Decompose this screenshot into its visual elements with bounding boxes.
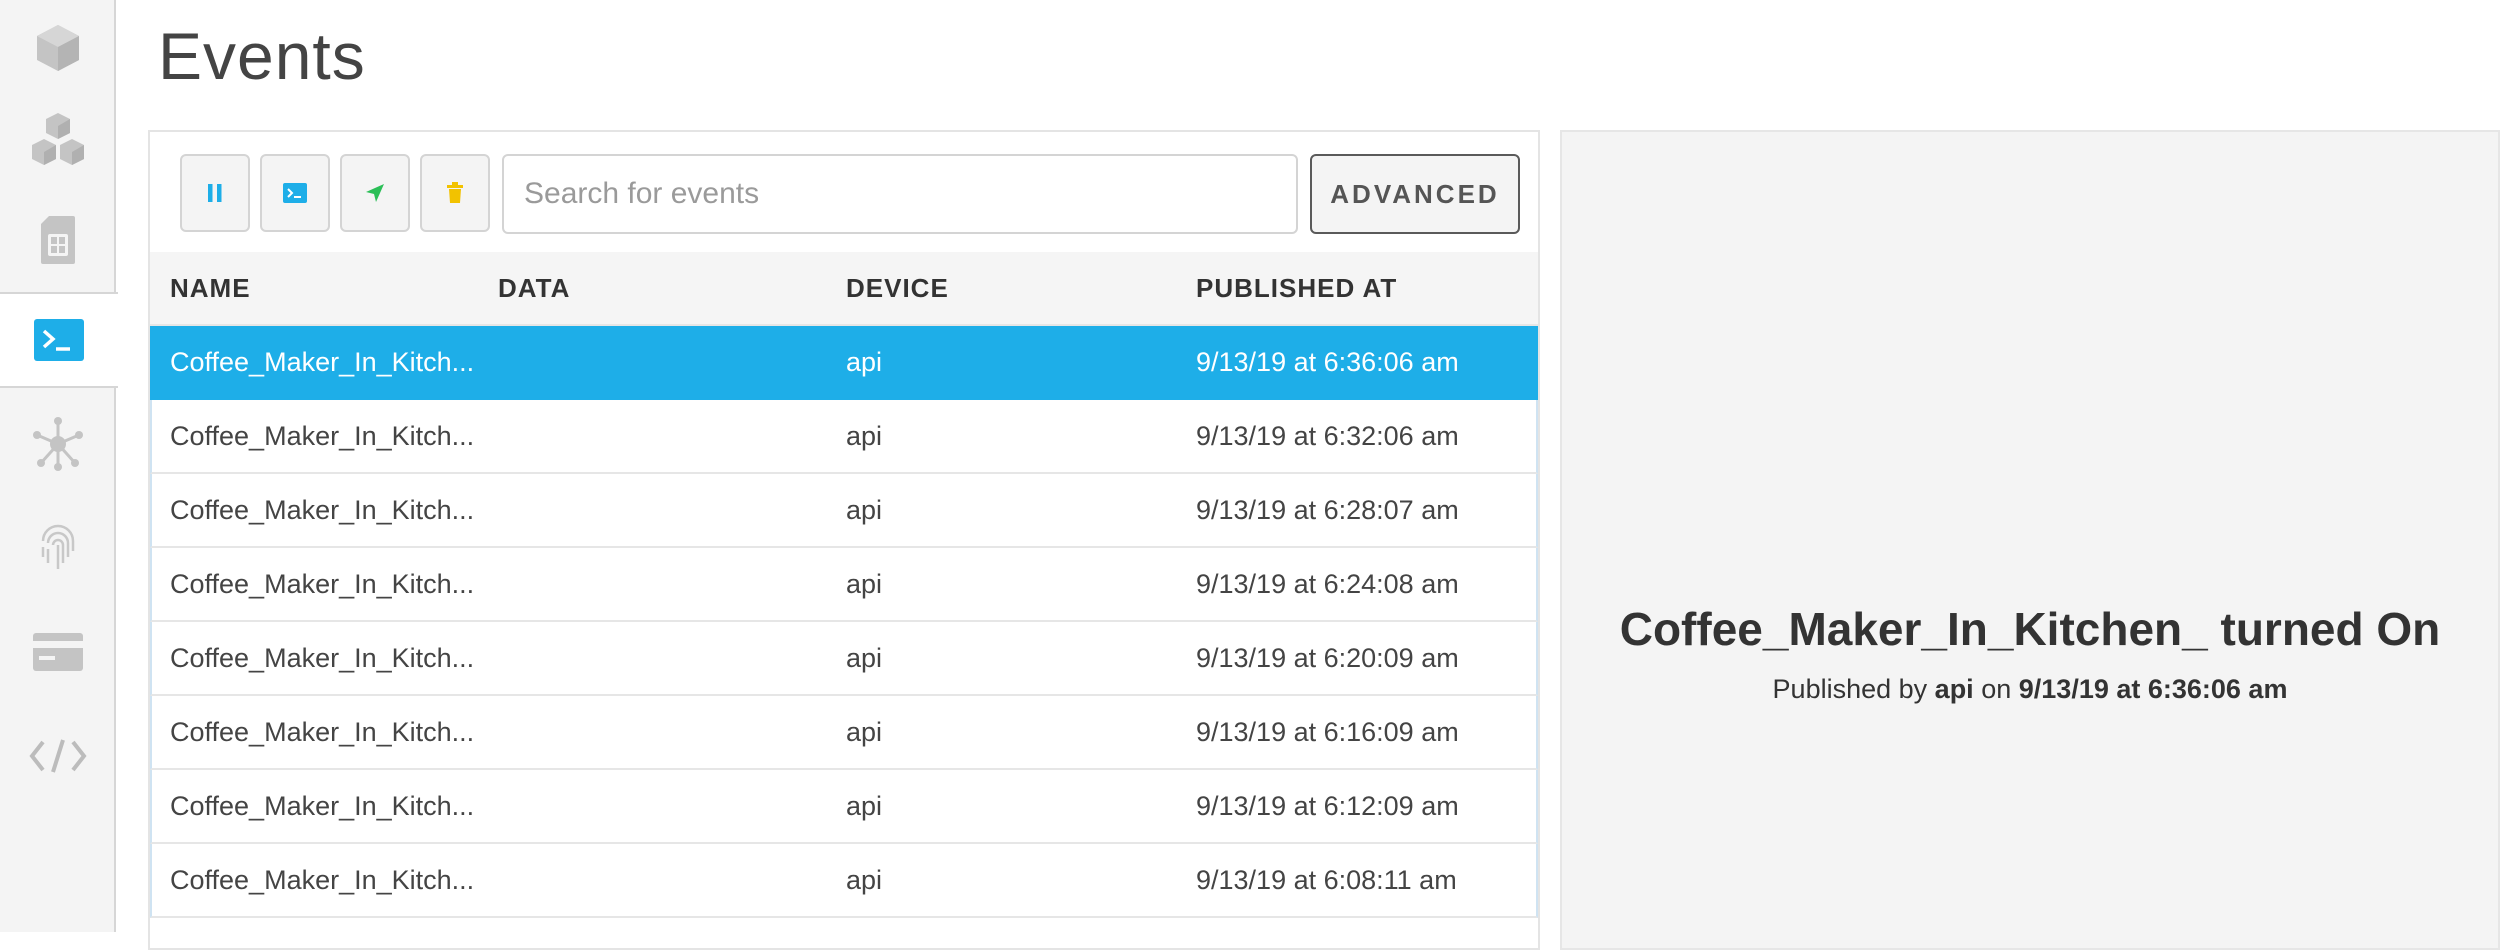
table-row[interactable]: Coffee_Maker_In_Kitch... api 9/13/19 at … (150, 622, 1538, 696)
event-name: Coffee_Maker_In_Kitch... (170, 495, 475, 525)
event-device: api (846, 569, 883, 599)
table-row[interactable]: Coffee_Maker_In_Kitch... api 9/13/19 at … (150, 844, 1538, 918)
event-device: api (846, 495, 883, 525)
billing-icon (33, 633, 83, 671)
publish-event-button[interactable] (340, 154, 410, 232)
column-header-data[interactable]: DATA (498, 252, 570, 324)
sidebar-item-integrations[interactable] (0, 396, 116, 492)
code-icon (29, 739, 87, 773)
event-detail-panel: Coffee_Maker_In_Kitchen_ turned On Publi… (1560, 130, 2500, 950)
column-header-name[interactable]: NAME (170, 252, 251, 324)
events-panel: ADVANCED NAME DATA DEVICE PUBLISHED AT C… (148, 130, 1540, 950)
sidebar (0, 0, 118, 932)
console-view-button[interactable] (260, 154, 330, 232)
table-row[interactable]: Coffee_Maker_In_Kitch... api 9/13/19 at … (150, 548, 1538, 622)
event-data (498, 696, 818, 768)
page-title: Events (158, 19, 366, 93)
event-device: api (846, 791, 883, 821)
clear-events-button[interactable] (420, 154, 490, 232)
table-row[interactable]: Coffee_Maker_In_Kitch... api 9/13/19 at … (150, 770, 1538, 844)
event-data (498, 622, 818, 694)
event-published-at: 9/13/19 at 6:20:09 am (1196, 643, 1459, 673)
event-published-at: 9/13/19 at 6:36:06 am (1196, 347, 1459, 377)
sidebar-item-sim-cards[interactable] (0, 192, 116, 288)
pause-button[interactable] (180, 154, 250, 232)
event-data (498, 548, 818, 620)
event-data (498, 326, 818, 398)
table-row[interactable]: Coffee_Maker_In_Kitch... api 9/13/19 at … (150, 696, 1538, 770)
event-name: Coffee_Maker_In_Kitch... (170, 865, 475, 895)
event-name: Coffee_Maker_In_Kitch... (170, 347, 475, 377)
event-published-at: 9/13/19 at 6:24:08 am (1196, 569, 1459, 599)
event-device: api (846, 643, 883, 673)
event-name: Coffee_Maker_In_Kitch... (170, 421, 475, 451)
event-published-at: 9/13/19 at 6:16:09 am (1196, 717, 1459, 747)
column-header-device[interactable]: DEVICE (846, 252, 949, 324)
column-header-published-at[interactable]: PUBLISHED AT (1196, 252, 1397, 324)
event-name: Coffee_Maker_In_Kitch... (170, 717, 475, 747)
table-row[interactable]: Coffee_Maker_In_Kitch... api 9/13/19 at … (150, 326, 1538, 400)
advanced-button[interactable]: ADVANCED (1310, 154, 1520, 234)
event-detail-meta: Published by api on 9/13/19 at 6:36:06 a… (1562, 674, 2498, 705)
sidebar-item-console[interactable] (0, 292, 118, 388)
events-toolbar: ADVANCED (150, 132, 1538, 252)
event-published-at: 9/13/19 at 6:32:06 am (1196, 421, 1459, 451)
table-row[interactable]: Coffee_Maker_In_Kitch... api 9/13/19 at … (150, 400, 1538, 474)
event-device: api (846, 717, 883, 747)
event-device: api (846, 347, 883, 377)
search-events-input[interactable] (502, 154, 1298, 234)
published-at-value: 9/13/19 at 6:36:06 am (2018, 674, 2288, 704)
trash-icon (447, 182, 463, 203)
send-icon (366, 184, 384, 202)
console-icon (34, 319, 84, 361)
event-published-at: 9/13/19 at 6:28:07 am (1196, 495, 1459, 525)
sidebar-item-authentication[interactable] (0, 500, 116, 596)
event-device: api (846, 865, 883, 895)
terminal-icon (283, 183, 307, 203)
event-name: Coffee_Maker_In_Kitch... (170, 643, 475, 673)
event-device: api (846, 421, 883, 451)
table-header: NAME DATA DEVICE PUBLISHED AT (150, 252, 1538, 326)
event-name: Coffee_Maker_In_Kitch... (170, 569, 475, 599)
on-label: on (1981, 674, 2012, 704)
sim-card-icon (41, 216, 75, 264)
event-published-at: 9/13/19 at 6:08:11 am (1196, 865, 1457, 895)
published-by-label: Published by (1772, 674, 1928, 704)
event-data (498, 770, 818, 842)
sidebar-item-devices[interactable] (0, 0, 116, 96)
event-data (498, 474, 818, 546)
network-icon (33, 417, 83, 471)
event-data (498, 844, 818, 916)
device-icon (37, 25, 79, 71)
products-icon (32, 113, 84, 165)
sidebar-item-code[interactable] (0, 708, 116, 804)
event-published-at: 9/13/19 at 6:12:09 am (1196, 791, 1459, 821)
event-data (498, 400, 818, 472)
sidebar-item-billing[interactable] (0, 604, 116, 700)
pause-icon (208, 184, 222, 202)
published-by-device: api (1934, 674, 1974, 704)
event-detail-title: Coffee_Maker_In_Kitchen_ turned On (1619, 603, 2441, 655)
table-row[interactable]: Coffee_Maker_In_Kitch... api 9/13/19 at … (150, 474, 1538, 548)
event-name: Coffee_Maker_In_Kitch... (170, 791, 475, 821)
fingerprint-icon (41, 524, 75, 569)
sidebar-item-products[interactable] (0, 92, 116, 188)
